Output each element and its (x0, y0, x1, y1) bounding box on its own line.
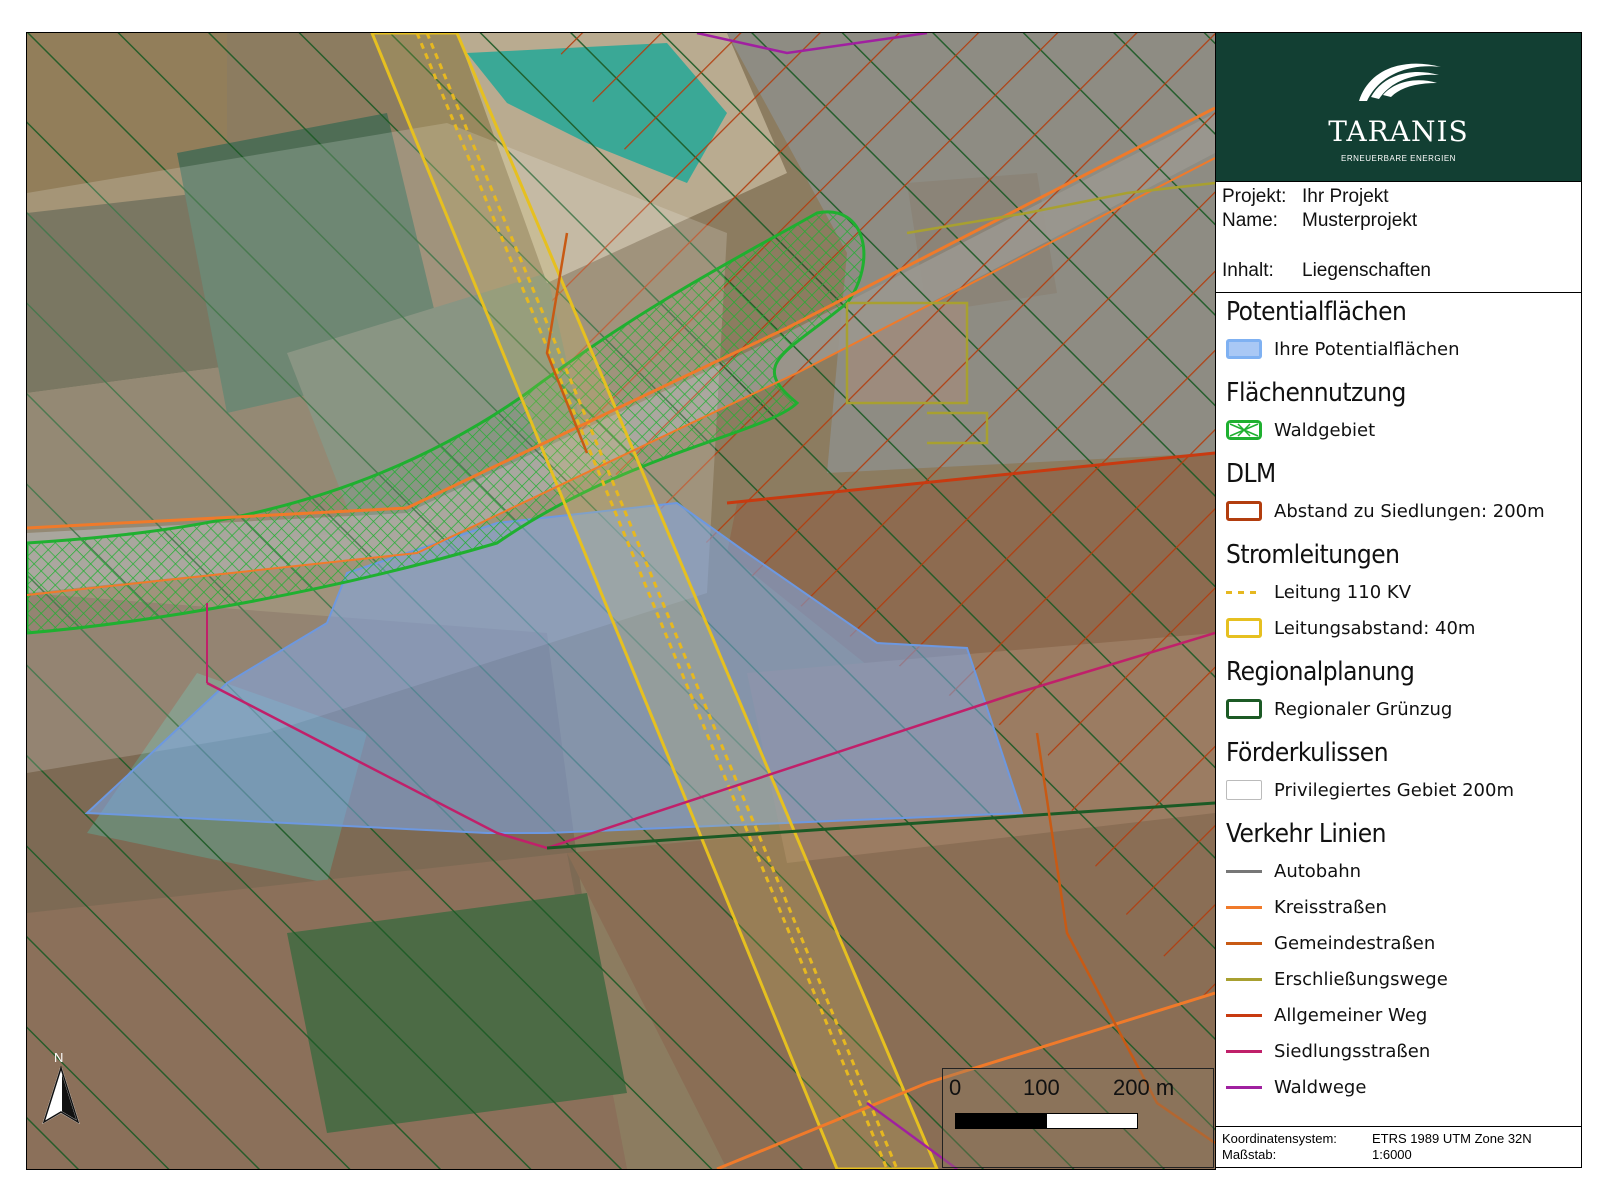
kreisstrasse-swatch (1226, 905, 1262, 909)
allgemeiner-weg-swatch (1226, 1013, 1262, 1017)
legend-label: Erschließungswege (1274, 968, 1448, 990)
brand-tagline: ERNEUERBARE ENERGIEN (1341, 154, 1456, 163)
taranis-logo-icon (1359, 63, 1441, 101)
erschliessungsweg-swatch (1226, 977, 1262, 981)
name-value: Musterprojekt (1302, 210, 1418, 231)
scale-tick-100: 100 (1023, 1075, 1060, 1100)
legend-label: Abstand zu Siedlungen: 200m (1274, 500, 1545, 522)
legend-label: Leitungsabstand: 40m (1274, 617, 1476, 639)
project-info: Projekt: Ihr Projekt Name: Musterprojekt I… (1216, 182, 1581, 293)
legend-item: Gemeindestraßen (1226, 929, 1435, 957)
north-label: N (54, 1050, 64, 1065)
inhalt-label: Inhalt: (1222, 260, 1274, 281)
scale-bar: 0 100 200 m (942, 1068, 1214, 1168)
legend-label: Ihre Potentialflächen (1274, 338, 1460, 360)
legend-heading: Förderkulissen (1226, 738, 1389, 768)
legend-item: Leitungsabstand: 40m (1226, 614, 1475, 642)
scale-bar-segment (955, 1113, 1047, 1129)
legend-label: Privilegiertes Gebiet 200m (1274, 779, 1514, 801)
legend-label: Regionaler Grünzug (1274, 698, 1453, 720)
power-buffer-swatch (1226, 618, 1262, 638)
inhalt-value: Liegenschaften (1302, 260, 1431, 281)
legend-label: Waldgebiet (1274, 419, 1376, 441)
legend-heading: Regionalplanung (1226, 657, 1415, 687)
legend-item: Abstand zu Siedlungen: 200m (1226, 497, 1545, 525)
name-row: Name: Musterprojekt (1222, 210, 1417, 232)
waldweg-swatch (1226, 1085, 1262, 1089)
privileged-area-swatch (1226, 780, 1262, 800)
legend-item: Waldgebiet (1226, 416, 1375, 444)
scale-label: Maßstab: (1222, 1147, 1277, 1162)
gruenzug-swatch (1226, 699, 1262, 719)
north-arrow: N (38, 1050, 84, 1126)
scale-bar-segment (1046, 1113, 1138, 1129)
legend-item: Siedlungsstraßen (1226, 1037, 1430, 1065)
legend-label: Siedlungsstraßen (1274, 1040, 1431, 1062)
legend-item: Allgemeiner Weg (1226, 1001, 1427, 1029)
name-label: Name: (1222, 210, 1278, 231)
power-line-swatch (1226, 590, 1262, 594)
map-view[interactable] (26, 32, 1216, 1170)
settlement-buffer-swatch (1226, 501, 1262, 521)
legend-heading: Flächennutzung (1226, 378, 1406, 408)
legend-item: Waldwege (1226, 1073, 1366, 1101)
legend-item: Ihre Potentialflächen (1226, 335, 1460, 363)
potential-area-swatch (1226, 339, 1262, 359)
legend-label: Waldwege (1274, 1076, 1367, 1098)
legend-heading: Verkehr Linien (1226, 819, 1386, 849)
legend-label: Allgemeiner Weg (1274, 1004, 1428, 1026)
side-panel: TARANIS ERNEUERBARE ENERGIEN Projekt: Ihr… (1215, 32, 1582, 1168)
project-value: Ihr Projekt (1302, 186, 1389, 207)
scale-tick-200: 200 m (1113, 1075, 1175, 1100)
legend-label: Autobahn (1274, 860, 1362, 882)
logo-area: TARANIS ERNEUERBARE ENERGIEN (1216, 33, 1581, 182)
legend-item: Kreisstraßen (1226, 893, 1387, 921)
legend-item: Regionaler Grünzug (1226, 695, 1452, 723)
map-legend: Potentialflächen Ihre Potentialflächen F… (1216, 293, 1581, 1133)
legend-heading: DLM (1226, 459, 1276, 489)
autobahn-swatch (1226, 869, 1262, 873)
siedlungsstrasse-swatch (1226, 1049, 1262, 1053)
coordinate-info: Koordinatensystem: ETRS 1989 UTM Zone 32… (1216, 1126, 1581, 1167)
legend-heading: Potentialflächen (1226, 297, 1407, 327)
legend-label: Gemeindestraßen (1274, 932, 1436, 954)
project-row: Projekt: Ihr Projekt (1222, 186, 1389, 208)
gemeindestrasse-swatch (1226, 941, 1262, 945)
legend-heading: Stromleitungen (1226, 540, 1400, 570)
legend-item: Erschließungswege (1226, 965, 1448, 993)
legend-label: Leitung 110 KV (1274, 581, 1412, 603)
scale-value: 1:6000 (1372, 1147, 1412, 1162)
brand-name: TARANIS (1328, 115, 1469, 148)
project-label: Projekt: (1222, 186, 1287, 207)
legend-item: Leitung 110 KV (1226, 578, 1411, 606)
map-canvas (27, 33, 1215, 1169)
legend-label: Kreisstraßen (1274, 896, 1387, 918)
legend-item: Autobahn (1226, 857, 1361, 885)
legend-item: Privilegiertes Gebiet 200m (1226, 776, 1514, 804)
inhalt-row: Inhalt: Liegenschaften (1222, 260, 1431, 282)
scale-tick-0: 0 (949, 1075, 962, 1100)
crs-label: Koordinatensystem: (1222, 1131, 1337, 1146)
north-arrow-icon (42, 1066, 80, 1125)
crs-value: ETRS 1989 UTM Zone 32N (1372, 1131, 1532, 1146)
forest-swatch (1226, 420, 1262, 440)
